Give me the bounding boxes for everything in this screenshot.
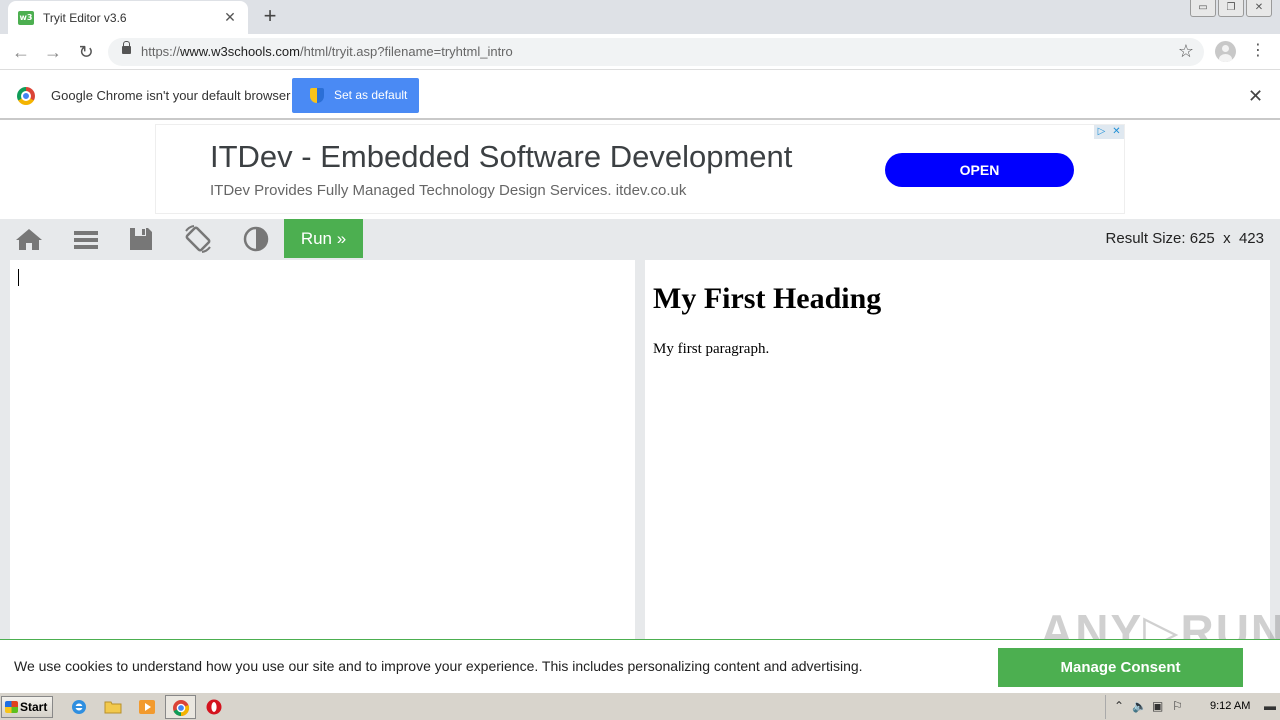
cookie-consent-bar: We use cookies to understand how you use… xyxy=(0,639,1280,692)
result-frame[interactable]: My First Heading My first paragraph. xyxy=(645,260,1270,639)
save-icon[interactable] xyxy=(125,225,157,253)
url-text: https://www.w3schools.com/html/tryit.asp… xyxy=(141,44,513,59)
folder-icon[interactable] xyxy=(104,698,122,716)
ad-banner[interactable]: ITDev - Embedded Software Development IT… xyxy=(155,124,1125,214)
window-controls: ▭ ❐ ✕ xyxy=(1190,0,1272,17)
menu-dots-icon[interactable]: ⋮ xyxy=(1250,40,1266,60)
theme-contrast-icon[interactable] xyxy=(240,225,272,253)
system-tray: ⌃ 🔈 ▣ ⚐ 9:12 AM ▬ xyxy=(1105,695,1280,719)
url-path: /html/tryit.asp?filename=tryhtml_intro xyxy=(299,44,513,59)
ad-choices-play-icon[interactable]: ▷ xyxy=(1094,125,1109,139)
set-as-default-label: Set as default xyxy=(334,88,408,102)
rotate-orientation-icon[interactable] xyxy=(182,225,214,253)
tray-expand-icon[interactable]: ⌃ xyxy=(1114,699,1124,713)
cookie-message: We use cookies to understand how you use… xyxy=(14,658,863,674)
w3schools-favicon-icon: w3 xyxy=(18,10,34,25)
result-heading: My First Heading xyxy=(653,282,882,315)
tab-strip: w3 Tryit Editor v3.6 ✕ + ▭ ❐ ✕ xyxy=(0,0,1280,34)
result-width: 625 xyxy=(1189,230,1215,247)
ad-close-icon[interactable]: ✕ xyxy=(1109,125,1124,139)
default-browser-infobar: Google Chrome isn't your default browser… xyxy=(0,71,1280,120)
window-close-button[interactable]: ✕ xyxy=(1246,0,1272,17)
address-bar[interactable]: https://www.w3schools.com/html/tryit.asp… xyxy=(108,38,1204,66)
browser-toolbar: ← → ↻ https://www.w3schools.com/html/try… xyxy=(0,34,1280,70)
opera-icon[interactable] xyxy=(205,698,223,716)
text-caret xyxy=(18,269,19,286)
bookmark-star-icon[interactable]: ☆ xyxy=(1178,41,1194,62)
new-tab-button[interactable]: + xyxy=(259,5,281,27)
chrome-taskbar-button[interactable] xyxy=(165,695,196,719)
back-arrow-icon[interactable]: ← xyxy=(9,40,33,64)
editor-panes: My First Heading My first paragraph. xyxy=(0,259,1280,639)
url-host: www.w3schools.com xyxy=(180,44,300,59)
forward-arrow-icon[interactable]: → xyxy=(41,40,65,64)
lock-icon xyxy=(122,41,131,54)
tab-close-icon[interactable]: ✕ xyxy=(222,9,238,26)
ad-subtitle: ITDev Provides Fully Managed Technology … xyxy=(210,182,687,199)
show-desktop-icon[interactable]: ▬ xyxy=(1264,699,1276,713)
tab-title: Tryit Editor v3.6 xyxy=(43,10,127,25)
ad-title: ITDev - Embedded Software Development xyxy=(210,139,793,174)
action-center-flag-icon[interactable]: ⚐ xyxy=(1172,699,1183,713)
code-editor[interactable] xyxy=(10,260,635,639)
start-label: Start xyxy=(20,700,48,714)
chrome-logo-icon xyxy=(17,87,35,105)
browser-tab[interactable]: w3 Tryit Editor v3.6 ✕ xyxy=(8,1,248,34)
network-icon[interactable]: ▣ xyxy=(1152,699,1163,713)
tryit-toolbar: Run » Result Size: 625 x 423 xyxy=(0,219,1280,259)
infobar-close-icon[interactable]: ✕ xyxy=(1248,86,1263,107)
url-scheme: https:// xyxy=(141,44,181,59)
windows-taskbar: Start ⌃ 🔈 ▣ ⚐ 9:12 AM ▬ xyxy=(0,692,1280,720)
shield-icon xyxy=(310,88,324,103)
manage-consent-button[interactable]: Manage Consent xyxy=(998,648,1243,687)
profile-avatar-icon[interactable] xyxy=(1215,41,1236,62)
result-x: x xyxy=(1223,230,1231,247)
infobar-message: Google Chrome isn't your default browser xyxy=(51,88,291,103)
result-height: 423 xyxy=(1238,230,1264,247)
ad-choices: ▷ ✕ xyxy=(1094,125,1124,139)
windows-flag-icon xyxy=(5,701,18,713)
result-paragraph: My first paragraph. xyxy=(653,341,770,357)
minimize-button[interactable]: ▭ xyxy=(1190,0,1216,17)
taskbar-clock[interactable]: 9:12 AM xyxy=(1210,700,1250,712)
chrome-icon xyxy=(173,700,190,717)
media-player-icon[interactable] xyxy=(138,698,156,716)
internet-explorer-icon[interactable] xyxy=(70,698,88,716)
set-as-default-button[interactable]: Set as default xyxy=(292,78,419,113)
result-size-label: Result Size: xyxy=(1105,230,1186,247)
result-size: Result Size: 625 x 423 xyxy=(1106,230,1264,247)
start-button[interactable]: Start xyxy=(1,696,53,718)
ad-open-button[interactable]: OPEN xyxy=(885,153,1074,187)
restore-button[interactable]: ❐ xyxy=(1218,0,1244,17)
menu-icon[interactable] xyxy=(70,225,102,253)
run-button[interactable]: Run » xyxy=(284,219,363,258)
volume-icon[interactable]: 🔈 xyxy=(1132,699,1147,713)
reload-icon[interactable]: ↻ xyxy=(74,40,98,64)
home-icon[interactable] xyxy=(13,225,45,253)
